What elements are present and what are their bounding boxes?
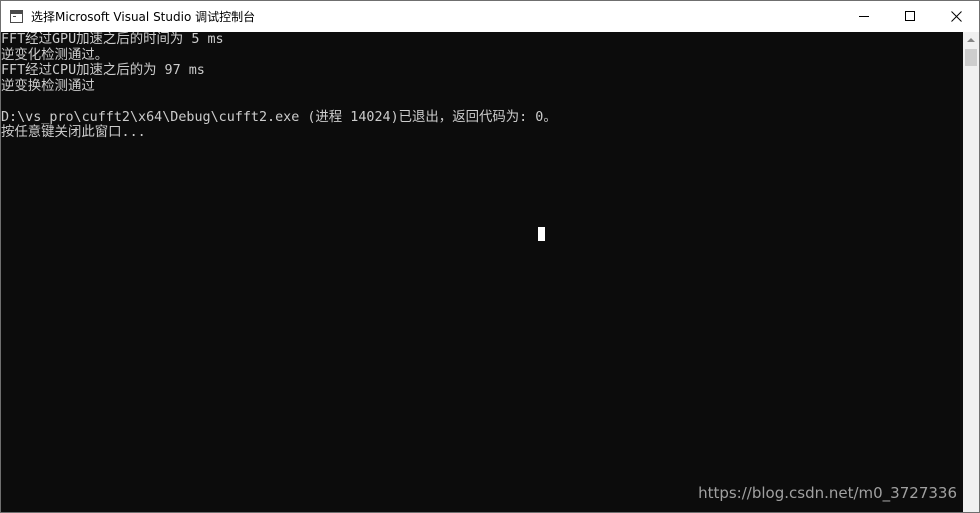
console-line: 逆变换检测通过: [1, 78, 95, 94]
window-controls: [841, 1, 979, 32]
minimize-icon[interactable]: [841, 1, 887, 32]
text-cursor: [538, 227, 545, 241]
console-line: 逆变化检测通过。: [1, 47, 109, 63]
watermark: https://blog.csdn.net/m0_3727336: [698, 484, 957, 502]
close-icon[interactable]: [933, 1, 979, 32]
scrollbar-thumb[interactable]: [965, 49, 977, 66]
console-line: 按任意键关闭此窗口...: [1, 125, 146, 140]
window-title: 选择Microsoft Visual Studio 调试控制台: [31, 10, 256, 24]
console-app-icon[interactable]: [10, 10, 23, 23]
console-line: FFT经过CPU加速之后的为 97 ms: [1, 63, 205, 78]
vertical-scrollbar[interactable]: [963, 32, 979, 512]
maximize-icon[interactable]: [887, 1, 933, 32]
chevron-up-icon[interactable]: [963, 32, 979, 48]
console-line: D:\vs_pro\cufft2\x64\Debug\cufft2.exe (进…: [1, 109, 557, 125]
title-bar[interactable]: 选择Microsoft Visual Studio 调试控制台: [1, 1, 979, 32]
console-window: 选择Microsoft Visual Studio 调试控制台 FFT经过GPU…: [0, 0, 980, 513]
console-output[interactable]: FFT经过GPU加速之后的时间为 5 ms 逆变化检测通过。 FFT经过CPU加…: [1, 32, 963, 512]
console-line: FFT经过GPU加速之后的时间为 5 ms: [1, 32, 224, 47]
